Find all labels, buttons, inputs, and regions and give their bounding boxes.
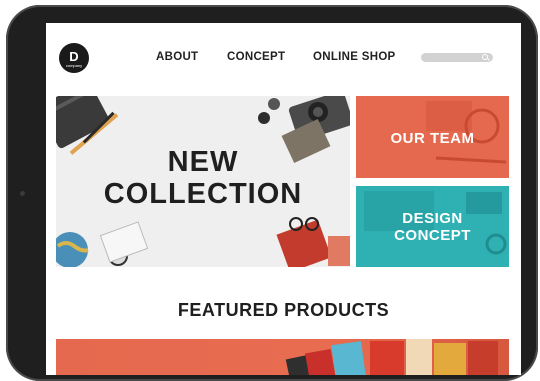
lens-cap [258,112,270,124]
hero-title: NEW COLLECTION [56,146,350,210]
hero-title-line2: COLLECTION [103,178,303,210]
tile-design-concept-label: DESIGN CONCEPT [356,210,509,244]
search-icon[interactable] [482,54,488,60]
nav-concept[interactable]: CONCEPT [227,51,285,63]
tile-design-line1: DESIGN [402,210,463,227]
site-header: D company ABOUT CONCEPT ONLINE SHOP [46,23,521,93]
books-illustration [285,339,498,375]
tile-our-team-label: OUR TEAM [390,130,475,147]
company-logo[interactable]: D company [59,43,89,73]
tile-design-line2: CONCEPT [394,227,471,244]
orange-notebook [328,236,350,266]
hero-title-line1: NEW [167,146,239,178]
tablet-frame: D company ABOUT CONCEPT ONLINE SHOP NEW … [6,5,538,381]
featured-products-banner[interactable] [56,339,509,375]
nav-online-shop[interactable]: ONLINE SHOP [313,51,396,63]
featured-products-heading: FEATURED PRODUCTS [177,300,390,320]
film-roll [268,98,280,110]
nav-about[interactable]: ABOUT [156,51,198,63]
hero-new-collection[interactable]: NEW COLLECTION [56,96,350,267]
tile-design-concept[interactable]: DESIGN CONCEPT [356,186,509,267]
camera-icon [20,191,25,196]
tile-our-team[interactable]: OUR TEAM [356,96,509,178]
notebook-illustration [99,221,149,263]
logo-subtitle: company [65,63,83,68]
logo-letter: D [69,49,79,64]
search-input[interactable] [421,53,493,62]
tablet-screen: D company ABOUT CONCEPT ONLINE SHOP NEW … [46,23,521,375]
red-passport [276,219,332,267]
